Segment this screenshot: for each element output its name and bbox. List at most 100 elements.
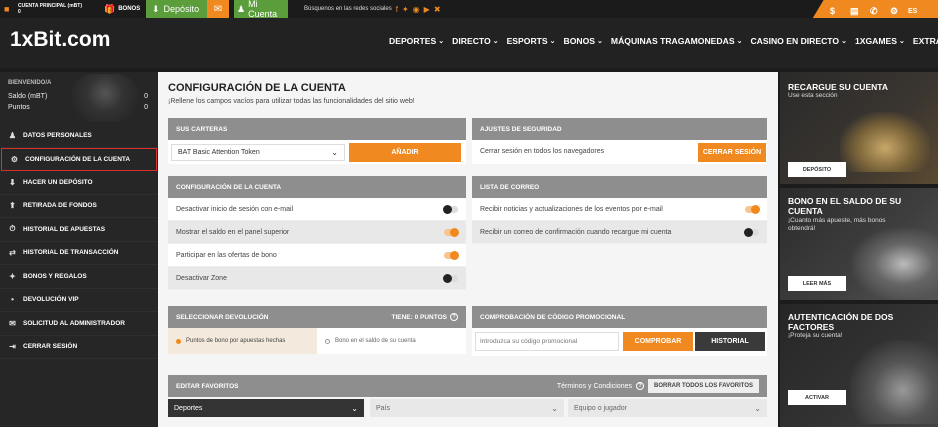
nav-item[interactable]: MÁQUINAS TRAGAMONEDAS ⌄ xyxy=(611,36,743,46)
twitter-icon[interactable]: ✦ xyxy=(402,5,409,14)
my-account-label: Mi Cuenta xyxy=(248,0,278,19)
setting-label: Desactivar inicio de sesión con e-mail xyxy=(176,205,294,213)
setting-label: Participar en las ofertas de bono xyxy=(176,251,277,259)
top-bar: ■ CUENTA PRINCIPAL (mBT) 0 🎁 BONOS ⬇ Dep… xyxy=(0,0,938,26)
sidebar-item[interactable]: ⚙ CONFIGURACIÓN DE LA CUENTA xyxy=(1,147,157,171)
toggle-switch[interactable] xyxy=(744,227,759,237)
sidebar-item[interactable]: ✉ SOLICITUD AL ADMINISTRADOR xyxy=(0,312,158,336)
chevron-down-icon: ⌄ xyxy=(736,38,743,45)
chevron-down-icon: ⌄ xyxy=(841,38,847,45)
youtube-icon[interactable]: ▶ xyxy=(424,5,430,14)
language-selector[interactable]: ES xyxy=(908,8,917,15)
sidebar-item[interactable]: ⇥ CERRAR SESIÓN xyxy=(0,336,158,359)
account-balance[interactable]: ■ CUENTA PRINCIPAL (mBT) 0 xyxy=(0,0,102,18)
my-account-button[interactable]: ♟ Mi Cuenta xyxy=(234,0,288,19)
chevron-down-icon: ⌄ xyxy=(597,38,603,45)
team-select[interactable]: Equipo o jugador ⌄ xyxy=(568,399,767,417)
sport-select-value: Deportes xyxy=(174,404,203,412)
nav-item[interactable]: 1XGAMES ⌄ xyxy=(855,36,905,46)
account-text: CUENTA PRINCIPAL (mBT) 0 xyxy=(18,3,82,15)
sport-select[interactable]: Deportes ⌄ xyxy=(168,399,364,417)
sidebar-item-label: DEVOLUCIÓN VIP xyxy=(23,296,79,304)
toggle-switch[interactable] xyxy=(444,250,459,260)
account-settings-header: CONFIGURACIÓN DE LA CUENTA xyxy=(168,176,466,198)
close-icon[interactable]: ✖ xyxy=(434,5,441,14)
nav-item[interactable]: EXTRA⌄ xyxy=(913,36,938,46)
add-wallet-button[interactable]: AÑADIR xyxy=(349,143,461,162)
option-bonus-points[interactable]: Puntos de bono por apuestas hechas xyxy=(168,328,317,354)
gear-icon[interactable]: ⚙ xyxy=(890,6,898,17)
terms-link[interactable]: Términos y Condiciones xyxy=(557,383,632,390)
toggle-switch[interactable] xyxy=(443,204,458,214)
clear-favorites-button[interactable]: BORRAR TODOS LOS FAVORITOS xyxy=(647,379,759,393)
bonos-link[interactable]: 🎁 BONOS xyxy=(104,0,140,18)
sidebar-item-label: RETIRADA DE FONDOS xyxy=(23,202,97,210)
sidebar-item[interactable]: ⬆ RETIRADA DE FONDOS xyxy=(0,195,158,218)
sidebar-item-label: CERRAR SESIÓN xyxy=(23,343,78,351)
instagram-icon[interactable]: ◉ xyxy=(413,5,420,14)
saldo-value: 0 xyxy=(144,93,148,100)
sidebar-item[interactable]: ♟ DATOS PERSONALES xyxy=(0,124,158,148)
two-factor-title: AUTENTICACIÓN DE DOS FACTORES xyxy=(788,312,894,332)
phone-icon[interactable]: ✆ xyxy=(870,6,878,17)
check-promo-button[interactable]: COMPROBAR xyxy=(623,332,693,351)
option-account-bonus[interactable]: Bono en el saldo de su cuenta xyxy=(317,328,466,354)
chevron-down-icon: ⌄ xyxy=(754,403,761,413)
favorites-actions: Términos y Condiciones ? BORRAR TODOS LO… xyxy=(557,379,759,393)
nav-item-label: DIRECTO xyxy=(452,36,491,46)
dot-icon: • xyxy=(11,295,14,305)
nav-item[interactable]: DEPORTES ⌄ xyxy=(389,36,444,46)
promo-code-input[interactable] xyxy=(475,332,619,351)
cashback-title: SELECCIONAR DEVOLUCIÓN xyxy=(176,313,269,321)
nav-item-label: DEPORTES xyxy=(389,36,437,46)
toggle-switch[interactable] xyxy=(444,227,459,237)
cashback-panel: SELECCIONAR DEVOLUCIÓN TIENE: 0 PUNTOS ?… xyxy=(168,306,466,356)
radio-empty-icon xyxy=(325,338,330,344)
recharge-deposit-button[interactable]: DEPÓSITO xyxy=(788,162,846,177)
sidebar-item[interactable]: ⬇ HACER UN DEPÓSITO xyxy=(0,171,158,195)
history-icon: ⏱ xyxy=(9,224,16,234)
chart-icon[interactable]: ▤ xyxy=(850,6,859,17)
sidebar-item[interactable]: ⏱ HISTORIAL DE APUESTAS xyxy=(0,218,158,242)
promo-header: COMPROBACIÓN DE CÓDIGO PROMOCIONAL xyxy=(472,306,767,328)
page: ■ CUENTA PRINCIPAL (mBT) 0 🎁 BONOS ⬇ Dep… xyxy=(0,0,938,427)
facebook-icon[interactable]: f xyxy=(396,5,398,14)
nav-item-label: MÁQUINAS TRAGAMONEDAS xyxy=(610,36,735,46)
treasure-chest-image xyxy=(840,112,930,172)
read-more-button[interactable]: LEER MÁS xyxy=(788,276,846,291)
option-bonus-points-label: Puntos de bono por apuestas hechas xyxy=(186,338,286,344)
security-header: AJUSTES DE SEGURIDAD xyxy=(472,118,767,140)
help-icon[interactable]: ? xyxy=(450,313,458,321)
points-label: TIENE: 0 PUNTOS xyxy=(391,313,447,321)
activate-button[interactable]: ACTIVAR xyxy=(788,390,846,405)
user-icon: ♟ xyxy=(237,3,246,14)
points-info: TIENE: 0 PUNTOS ? xyxy=(391,313,458,321)
nav-item[interactable]: ESPORTS ⌄ xyxy=(507,36,556,46)
bonus-card: BONO EN EL SALDO DE SU CUENTA ¡Cuanto má… xyxy=(780,188,938,300)
sidebar-item[interactable]: ⇄ HISTORIAL DE TRANSACCIÓN xyxy=(0,242,158,265)
country-select[interactable]: País ⌄ xyxy=(370,399,564,417)
toggle-switch[interactable] xyxy=(443,273,458,283)
nav-item[interactable]: CASINO EN DIRECTO ⌄ xyxy=(750,36,847,46)
sidebar-item[interactable]: ✦ BONOS Y REGALOS xyxy=(0,265,158,289)
toggle-switch[interactable] xyxy=(745,204,760,214)
promo-history-button[interactable]: HISTORIAL xyxy=(695,332,765,351)
chevron-down-icon: ⌄ xyxy=(549,38,556,45)
help-icon[interactable]: ? xyxy=(635,382,644,390)
sidebar-item[interactable]: • DEVOLUCIÓN VIP xyxy=(0,289,158,312)
wallet-select[interactable]: BAT Basic Attention Token ⌄ xyxy=(171,144,345,161)
dollar-icon[interactable]: $ xyxy=(830,6,835,16)
favorites-title: EDITAR FAVORITOS xyxy=(176,382,239,390)
bonus-subtitle: ¡Cuanto más apueste, más bonos obtendrá! xyxy=(788,217,886,232)
page-title: CONFIGURACIÓN DE LA CUENTA xyxy=(168,82,346,94)
favorites-filters: Deportes ⌄ País ⌄ Equipo o jugador ⌄ xyxy=(168,397,767,419)
site-logo[interactable]: 1xBit.com xyxy=(10,28,110,52)
sidebar-item-label: CONFIGURACIÓN DE LA CUENTA xyxy=(25,155,131,163)
nav-item-label: 1XGAMES xyxy=(854,36,897,46)
favorites-panel: EDITAR FAVORITOS Términos y Condiciones … xyxy=(168,375,767,427)
logout-all-button[interactable]: CERRAR SESIÓN xyxy=(698,143,766,162)
nav-item[interactable]: BONOS ⌄ xyxy=(564,36,603,46)
puntos-row: Puntos 0 xyxy=(8,104,148,111)
messages-button[interactable]: ✉ xyxy=(207,0,229,18)
nav-item[interactable]: DIRECTO ⌄ xyxy=(452,36,498,46)
